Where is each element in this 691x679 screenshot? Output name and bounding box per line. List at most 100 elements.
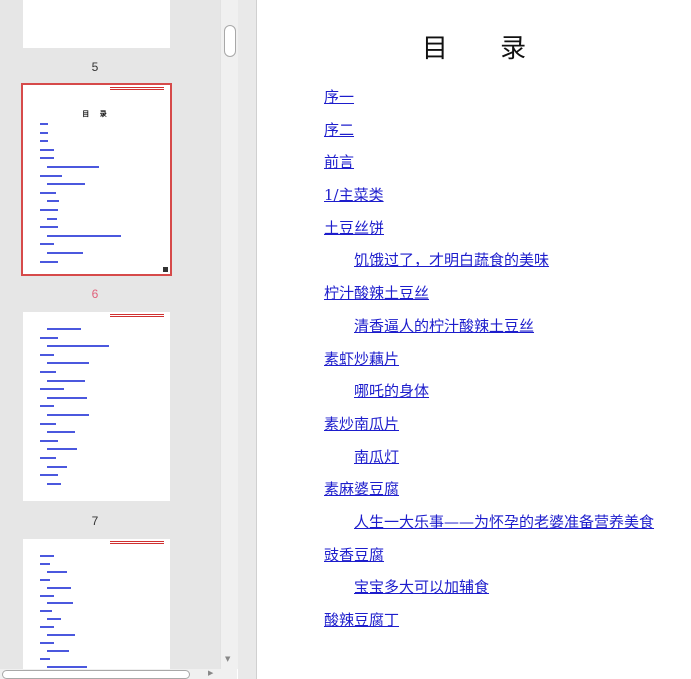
- thumbnail-line: [40, 641, 54, 644]
- thumbnail-line: [47, 482, 61, 485]
- thumbnail-line: [40, 353, 54, 356]
- toc-item: 酸辣豆腐丁: [324, 607, 654, 640]
- toc-item: 1/主菜类: [324, 182, 654, 215]
- toc-link[interactable]: 酸辣豆腐丁: [324, 611, 399, 629]
- thumbnail-line: [47, 649, 69, 652]
- toc-item: 清香逼人的柠汁酸辣土豆丝: [324, 313, 654, 346]
- thumbnail-pane[interactable]: 5 目 录 6 7: [0, 0, 220, 679]
- toc-link[interactable]: 豉香豆腐: [324, 546, 384, 564]
- page-title: 目 录: [421, 34, 549, 64]
- page-thumbnail-6[interactable]: [23, 312, 170, 501]
- toc-item: 土豆丝饼: [324, 215, 654, 248]
- thumbnail-toc-lines: [23, 539, 170, 679]
- thumbnail-line: [40, 562, 50, 565]
- thumbnail-line: [47, 345, 109, 348]
- thumbnail-line: [47, 328, 81, 330]
- toc-item: 序二: [324, 117, 654, 150]
- toc-item: 素虾炒藕片: [324, 346, 654, 379]
- thumbnail-line: [40, 243, 54, 246]
- thumbnail-line: [47, 217, 57, 220]
- thumbnail-line: [40, 123, 48, 125]
- toc-link[interactable]: 素炒南瓜片: [324, 415, 399, 433]
- toc-link[interactable]: 前言: [324, 153, 354, 171]
- toc-link[interactable]: 南瓜灯: [354, 448, 399, 466]
- thumbnail-line: [40, 422, 56, 425]
- thumbnail-line: [40, 578, 50, 581]
- thumbnail-line: [47, 379, 85, 382]
- thumbnail-line: [40, 657, 50, 660]
- thumbnail-line: [40, 388, 64, 391]
- vertical-scroll-thumb[interactable]: [224, 25, 236, 57]
- toc-link[interactable]: 1/主菜类: [324, 186, 384, 204]
- toc-item: 哪吒的身体: [324, 378, 654, 411]
- thumbnail-line: [40, 209, 58, 211]
- toc-item: 序一: [324, 84, 654, 117]
- toc-item: 柠汁酸辣土豆丝: [324, 280, 654, 313]
- toc-link[interactable]: 饥饿过了，才明白蔬食的美味: [354, 251, 549, 269]
- thumbnail-line: [47, 362, 89, 365]
- thumbnail-line: [47, 396, 87, 399]
- scroll-right-arrow-icon[interactable]: ▶: [208, 669, 213, 677]
- toc-item: 人生一大乐事——为怀孕的老婆准备营养美食: [324, 509, 654, 542]
- toc-link[interactable]: 清香逼人的柠汁酸辣土豆丝: [354, 317, 534, 335]
- toc-item: 素麻婆豆腐: [324, 476, 654, 509]
- thumbnail-toc-lines: [23, 85, 170, 274]
- thumbnail-line: [47, 431, 75, 434]
- horizontal-scroll-thumb[interactable]: [2, 670, 190, 679]
- thumbnail-line: [47, 234, 121, 237]
- thumbnail-line: [40, 191, 56, 194]
- thumbnail-line: [47, 665, 87, 668]
- page-number-6: 6: [91, 287, 99, 301]
- thumbnail-line: [40, 626, 54, 629]
- thumbnail-line: [47, 252, 83, 254]
- toc-link[interactable]: 素麻婆豆腐: [324, 480, 399, 498]
- toc-link[interactable]: 人生一大乐事——为怀孕的老婆准备营养美食: [354, 513, 654, 531]
- thumbnail-line: [47, 465, 67, 468]
- thumbnail-line: [40, 174, 62, 177]
- thumbnail-line: [40, 371, 56, 373]
- thumbnail-line: [40, 131, 48, 134]
- thumbnail-line: [47, 166, 99, 168]
- thumbnail-line: [40, 474, 58, 477]
- thumbnail-line: [47, 602, 73, 605]
- thumbnail-line: [47, 570, 67, 573]
- thumbnail-line: [47, 448, 77, 451]
- thumbnail-line: [40, 157, 54, 160]
- thumbnail-line: [40, 140, 48, 143]
- thumbnail-toc-lines: [23, 312, 170, 501]
- thumbnail-line: [40, 336, 58, 339]
- toc-item: 宝宝多大可以加辅食: [324, 574, 654, 607]
- thumbnail-line: [47, 414, 89, 416]
- thumbnail-line: [47, 183, 85, 186]
- thumbnail-line: [40, 555, 54, 557]
- thumbnail-line: [40, 148, 54, 151]
- pane-splitter[interactable]: [238, 0, 257, 679]
- toc-item: 南瓜灯: [324, 444, 654, 477]
- toc-item: 饥饿过了，才明白蔬食的美味: [324, 247, 654, 280]
- toc-item: 前言: [324, 149, 654, 182]
- page-thumbnail-4[interactable]: [23, 0, 170, 48]
- page-thumbnail-7[interactable]: [23, 539, 170, 679]
- resize-grip[interactable]: [163, 267, 168, 272]
- toc-link[interactable]: 宝宝多大可以加辅食: [354, 578, 489, 596]
- page-thumbnail-5[interactable]: 目 录: [21, 83, 172, 276]
- thumbnail-line: [40, 260, 58, 263]
- table-of-contents: 序一序二前言 1/主菜类土豆丝饼饥饿过了，才明白蔬食的美味柠汁酸辣土豆丝清香逼人的…: [324, 84, 654, 640]
- thumbnail-horizontal-scrollbar[interactable]: ▶: [0, 669, 237, 679]
- thumbnail-line: [40, 457, 56, 459]
- toc-link[interactable]: 柠汁酸辣土豆丝: [324, 284, 429, 302]
- thumbnail-line: [40, 594, 54, 597]
- toc-link[interactable]: 素虾炒藕片: [324, 350, 399, 368]
- thumbnail-vertical-scrollbar[interactable]: ▼: [220, 0, 238, 669]
- toc-link[interactable]: 序二: [324, 121, 354, 139]
- thumbnail-line: [47, 618, 61, 621]
- toc-link[interactable]: 序一: [324, 88, 354, 106]
- toc-link[interactable]: 土豆丝饼: [324, 219, 384, 237]
- thumbnail-line: [40, 610, 52, 613]
- thumbnail-line: [47, 200, 59, 203]
- toc-link[interactable]: 哪吒的身体: [354, 382, 429, 400]
- page-number-5: 5: [91, 60, 99, 74]
- document-page: 目 录 序一序二前言 1/主菜类土豆丝饼饥饿过了，才明白蔬食的美味柠汁酸辣土豆丝清…: [257, 0, 691, 679]
- toc-item: 素炒南瓜片: [324, 411, 654, 444]
- scroll-down-arrow-icon[interactable]: ▼: [225, 655, 230, 663]
